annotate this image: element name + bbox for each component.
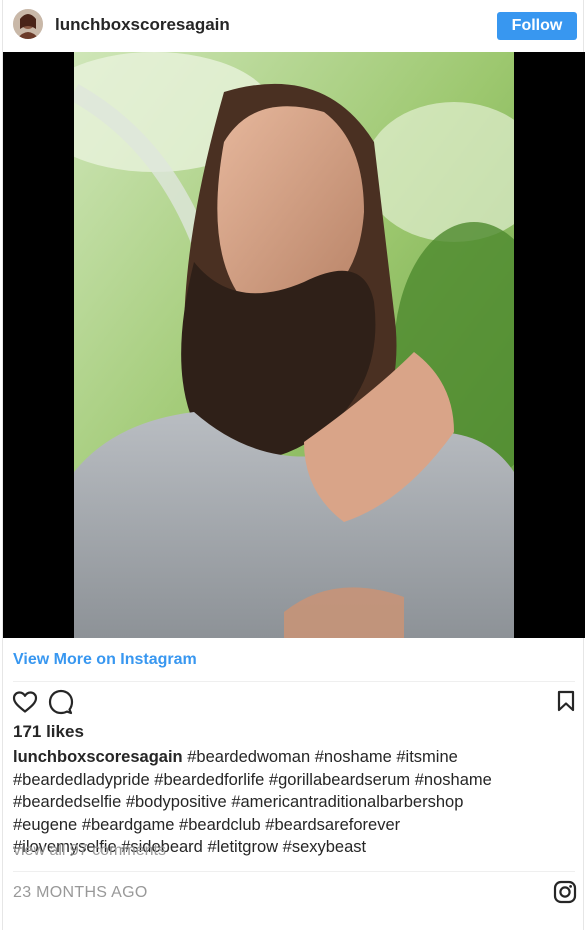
- username[interactable]: lunchboxscoresagain: [55, 15, 230, 35]
- likes-count[interactable]: 171 likes: [13, 722, 84, 742]
- bookmark-icon[interactable]: [557, 690, 575, 712]
- instagram-embed: lunchboxscoresagain Follow View More on …: [2, 0, 585, 930]
- caption-line: #eugene #beardgame #beardclub #beardsare…: [13, 815, 401, 834]
- divider: [13, 871, 575, 872]
- heart-icon[interactable]: [12, 690, 38, 714]
- caption-username[interactable]: lunchboxscoresagain: [13, 748, 183, 766]
- post-header: lunchboxscoresagain Follow: [3, 0, 585, 52]
- comment-icon[interactable]: [48, 689, 74, 715]
- instagram-icon[interactable]: [553, 880, 577, 904]
- post-image[interactable]: [3, 52, 585, 638]
- post-photo: [74, 52, 514, 638]
- follow-button[interactable]: Follow: [497, 12, 577, 40]
- view-comments-link[interactable]: view all 97 comments: [13, 842, 166, 860]
- caption-line: #beardedselfie #bodypositive #americantr…: [13, 793, 464, 811]
- divider: [13, 681, 575, 682]
- caption-line: #beardedladypride #beardedforlife #goril…: [13, 770, 492, 789]
- timestamp[interactable]: 23 MONTHS AGO: [13, 884, 148, 902]
- caption-line: #beardedwoman #noshame #itsmine: [187, 748, 458, 766]
- view-more-link[interactable]: View More on Instagram: [13, 651, 197, 669]
- avatar[interactable]: [13, 9, 43, 39]
